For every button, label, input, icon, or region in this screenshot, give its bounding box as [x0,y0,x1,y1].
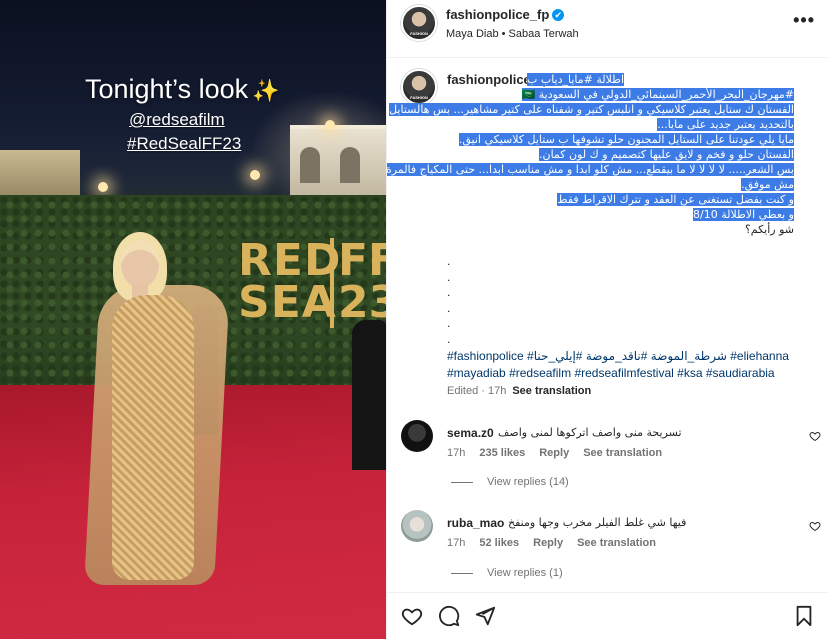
replies-rule [451,572,473,574]
author-username[interactable]: fashionpolice_fp ✔ [446,7,565,22]
view-replies-label[interactable]: View replies (14) [487,476,569,488]
see-translation-button[interactable]: See translation [577,537,656,549]
comment-text: فيها شي غلط الفيلر مخرب وجها ومنفخ [508,516,687,529]
caption-dot: . [447,269,451,284]
caption-dot: . [447,285,451,299]
caption-dot: . [447,254,451,268]
wall-sign-divider [330,238,334,328]
commenter-username[interactable]: sema.z0 [447,426,494,440]
caption-line: و بعطي الاطلالة 8/10 [693,208,794,221]
caption-dots: . . . . . . [447,254,450,347]
hashtag-link[interactable]: #eliehanna [730,349,789,363]
comment-meta: 17h 235 likes Reply See translation [447,447,676,459]
background-building [290,125,386,205]
caption-dot: . [447,331,451,346]
caption-line: بالتحديد يعتبر جديد على مايا... [657,118,794,131]
post-edited-meta: Edited · 17h See translation [447,385,591,397]
face [121,240,159,288]
hashtag-link[interactable]: #mayadiab [447,366,506,380]
caption-hashtags: #fashionpolice #شرطة_الموضة #ناقد_موضة #… [447,348,792,382]
caption-line: الفستان حلو و فخم و لايق عليها كتصميم و … [539,148,794,161]
author-username-text[interactable]: fashionpolice_fp [446,7,549,22]
story-title-text: Tonight’s look [85,74,249,104]
caption-line: شو رأيكم؟ [744,223,794,236]
hashtag-link[interactable]: #ناقد_موضة [586,349,648,363]
reply-button[interactable]: Reply [539,447,569,459]
caption-line: #مهرجان_البحر_الأحمر_السينمائي_الدولي في… [521,88,794,101]
hashtag-link[interactable]: #redseafilm [509,366,571,380]
story-mention[interactable]: @redseafilm [129,110,225,130]
hashtag-link[interactable]: #fashionpolice [447,349,524,363]
commenter-avatar[interactable] [401,510,433,542]
see-translation-button[interactable]: See translation [512,385,591,397]
hashtag-link[interactable]: #إيلي_حنا [534,349,583,363]
story-hashtag[interactable]: #RedSealFF23 [127,134,241,154]
comment-likes[interactable]: 235 likes [479,447,525,459]
caption-line: مايا يلي عودتنا على الستايل المجنون حلو … [458,133,794,146]
more-options-button[interactable]: ••• [793,11,815,29]
sparkle-icon: ✨ [252,78,280,103]
hashtag-link[interactable]: #saudiarabia [706,366,775,380]
comment-likes[interactable]: 52 likes [479,537,519,549]
wall-sign-red-sea: RED SEA [238,239,341,328]
post-header: FASHION fashionpolice_fp ✔ Maya Diab • Sa… [387,0,828,58]
verified-badge-icon: ✔ [552,8,565,21]
street-lamp [98,182,108,192]
caption-author-avatar[interactable]: FASHION [401,69,437,105]
replies-rule [451,481,473,483]
caption-text: اطلالة #مايا_دياب ب #مهرجان_البحر_الأحمر… [387,72,794,237]
caption-line: الفستان ك ستايل يعتبر كلاسيكي و انلبس كت… [389,103,794,116]
post-media[interactable]: RED SEA FF 23 Tonight’s look ✨ @redseafil… [0,0,386,639]
caption-dot: . [447,316,451,330]
street-lamp [250,170,260,180]
post-action-bar [387,592,828,639]
caption-line: و كنت بفضل تستغنى عن العقد و تترك الاقرا… [557,193,794,206]
gold-gown [112,295,194,580]
heart-icon[interactable] [809,430,821,442]
heart-icon[interactable] [809,520,821,532]
see-translation-button[interactable]: See translation [583,447,662,459]
photographer-silhouette [352,320,386,470]
post-panel: FASHION fashionpolice_fp ✔ Maya Diab • Sa… [386,0,828,639]
commenter-username[interactable]: ruba_mao [447,516,504,530]
wall-sign-ff23: FF 23 [338,239,386,325]
hashtag-link[interactable]: #redseafilmfestival [574,366,673,380]
edited-timestamp: Edited · 17h [447,385,507,397]
caption-line: مش موفق. [741,178,794,191]
view-replies-label[interactable]: View replies (1) [487,567,563,579]
story-title: Tonight’s look ✨ [85,74,280,105]
post-subtitle[interactable]: Maya Diab • Sabaa Terwah [446,28,579,40]
comment-icon[interactable] [438,605,460,627]
commenter-avatar[interactable] [401,420,433,452]
comment-time: 17h [447,447,466,459]
caption-dot: . [447,300,451,315]
comment-text: تسريحة منى واصف اتركوها لمنى واصف [498,426,682,439]
wall-sign-line-2: SEA [238,277,337,328]
hashtag-link[interactable]: #ksa [677,366,702,380]
view-replies-button[interactable]: View replies (1) [451,567,563,579]
bookmark-icon[interactable] [793,605,815,627]
comment-meta: 17h 52 likes Reply See translation [447,537,670,549]
caption-line: اطلالة #مايا_دياب ب [526,73,624,86]
author-avatar[interactable]: FASHION [401,5,437,41]
street-lamp [325,120,335,130]
reply-button[interactable]: Reply [533,537,563,549]
comment-time: 17h [447,537,466,549]
share-icon[interactable] [474,605,496,627]
view-replies-button[interactable]: View replies (14) [451,476,569,488]
heart-icon[interactable] [401,605,423,627]
post-caption: FASHION fashionpolice_fp✔ اطلالة #مايا_د… [387,58,828,606]
caption-line: بس الشعر..... لا لا لا لا ما بيقطع... مش… [387,163,794,176]
